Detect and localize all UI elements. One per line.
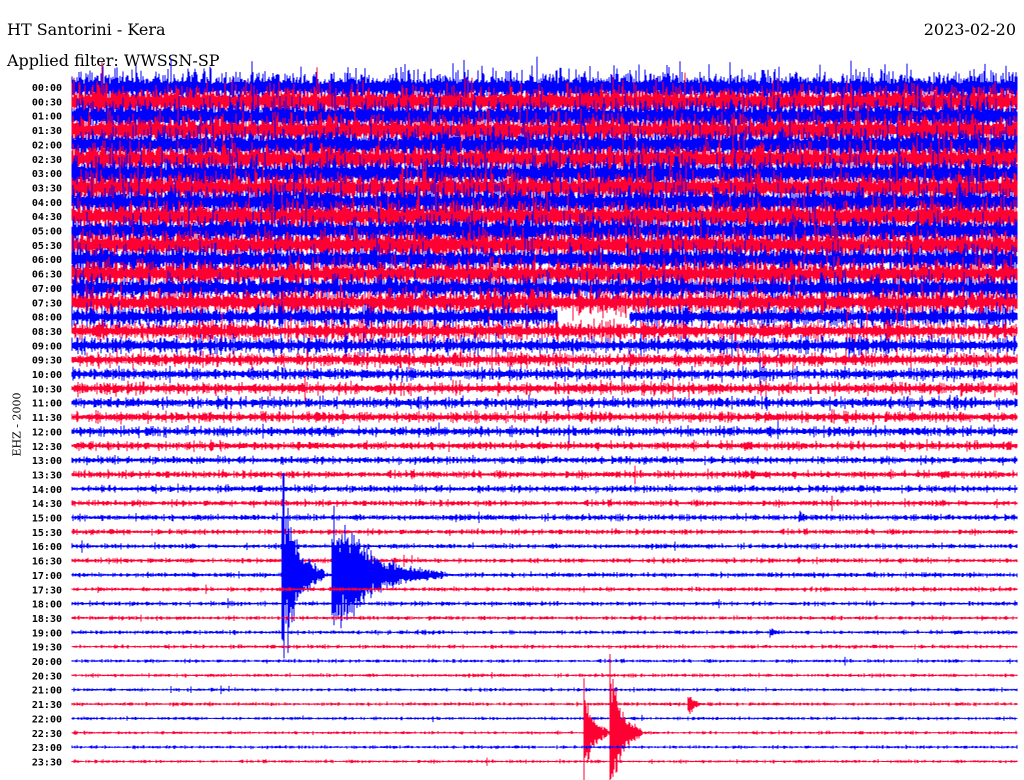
time-label: 04:00 [32,198,62,209]
trace-row-1330 [71,465,1018,485]
trace-row-2030 [71,672,1018,679]
time-label: 02:00 [32,140,62,151]
trace-row-1500 [71,510,1018,524]
trace-row-1230 [71,439,1018,453]
trace-row-2330 [71,757,1018,766]
time-label: 05:30 [32,241,62,252]
time-label: 10:30 [32,384,62,395]
time-label: 11:30 [32,413,62,424]
time-label: 23:00 [32,743,62,754]
time-label: 18:00 [32,600,62,611]
trace-row-2000 [71,656,1018,666]
time-label: 09:00 [32,341,62,352]
trace-row-1300 [71,454,1018,466]
time-label: 11:00 [32,399,62,410]
seismogram-plot: 00:00 00:30 01:00 01:30 02:00 02:30 03:00 03:30… [32,56,1018,780]
time-label: 08:00 [32,313,62,324]
time-label: 21:00 [32,686,62,697]
trace-row-1200 [71,420,1018,443]
time-label: 22:30 [32,729,62,740]
time-label: 20:30 [32,671,62,682]
time-label: 18:30 [32,614,62,625]
trace-row-2130 [71,697,1018,714]
time-label: 14:00 [32,485,62,496]
time-label: 07:00 [32,284,62,295]
trace-row-1930 [71,643,1018,650]
time-label: 16:30 [32,557,62,568]
trace-row-1830 [71,614,1018,622]
trace-row-1430 [71,495,1018,512]
trace-row-1100 [71,394,1018,411]
time-label: 10:00 [32,370,62,381]
trace-row-1600 [71,540,1018,553]
time-label: 13:00 [32,456,62,467]
trace-row-2100 [71,685,1018,695]
time-label: 02:30 [32,155,62,166]
time-label: 22:00 [32,714,62,725]
time-label: 15:00 [32,514,62,525]
trace-row-2200 [71,714,1018,723]
time-label: 06:30 [32,270,62,281]
time-label: 17:00 [32,571,62,582]
time-label: 00:30 [32,97,62,108]
time-label: 19:00 [32,628,62,639]
time-label: 08:30 [32,327,62,338]
trace-row-1130 [71,409,1018,425]
time-label: 14:30 [32,499,62,510]
trace-row-1700 [71,472,1018,659]
trace-row-1800 [71,598,1018,609]
time-label: 01:30 [32,126,62,137]
time-label: 12:30 [32,442,62,453]
time-label: 17:30 [32,585,62,596]
time-label: 04:30 [32,212,62,223]
time-label: 05:00 [32,227,62,238]
time-label: 00:00 [32,83,62,94]
trace-row-1400 [71,483,1018,494]
time-label: 09:30 [32,356,62,367]
helicorder: HT Santorini - Kera 2023-02-20 Applied f… [0,0,1024,780]
time-label: 16:00 [32,542,62,553]
time-label: 13:30 [32,470,62,481]
time-label: 21:30 [32,700,62,711]
trace-row-2300 [71,744,1018,750]
time-label: 07:30 [32,298,62,309]
time-label: 03:00 [32,169,62,180]
time-label: 19:30 [32,643,62,654]
time-label: 15:30 [32,528,62,539]
time-label: 20:00 [32,657,62,668]
trace-row-1530 [71,528,1018,536]
trace-row-1900 [71,628,1018,638]
time-label: 12:00 [32,427,62,438]
time-label: 03:30 [32,183,62,194]
trace-row-1030 [71,376,1018,402]
time-label: 01:00 [32,112,62,123]
trace-row-1730 [71,584,1018,594]
trace-row-1630 [71,554,1018,567]
time-label: 06:00 [32,255,62,266]
time-label: 23:30 [32,757,62,768]
